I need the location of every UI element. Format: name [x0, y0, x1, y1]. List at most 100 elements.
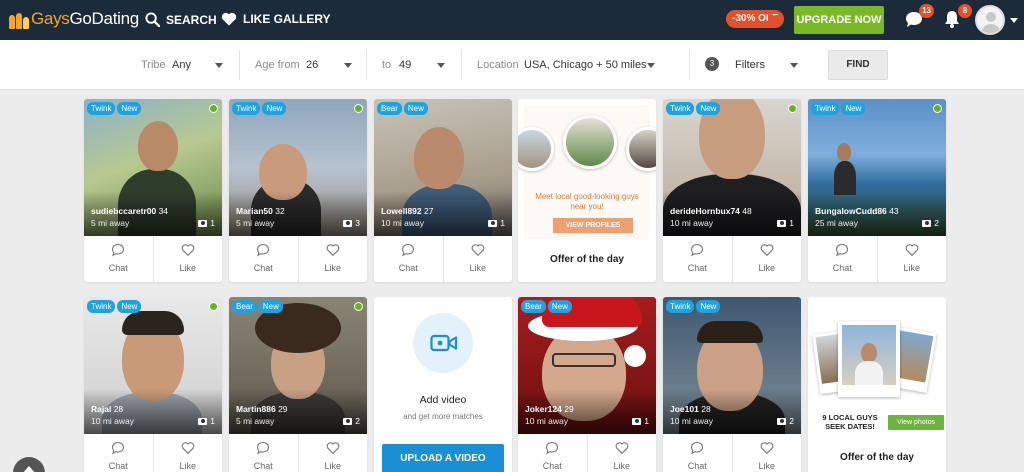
- like-button[interactable]: Like: [297, 236, 368, 282]
- profile-card[interactable]: Twink New Rajal 28 10 mi away 1 Chat Lik…: [84, 297, 222, 472]
- messages-button[interactable]: 13: [904, 4, 934, 31]
- like-label: Like: [324, 263, 341, 273]
- user-avatar[interactable]: [975, 5, 1005, 35]
- like-label: Like: [903, 263, 920, 273]
- view-profiles-button[interactable]: VIEW PROFILES: [553, 218, 633, 233]
- chat-button[interactable]: Chat: [84, 236, 153, 282]
- ad-photo: [518, 127, 554, 171]
- location-label: Location: [477, 59, 519, 71]
- chevron-down-icon[interactable]: [437, 63, 445, 68]
- profile-card[interactable]: Twink New derideHornbux74 48 10 mi away …: [663, 99, 801, 282]
- profile-card[interactable]: Twink New sudiebccaretr00 34 5 mi away 1…: [84, 99, 222, 282]
- profile-photo[interactable]: Bear New Martin886 29 5 mi away 2: [229, 297, 367, 434]
- profile-tags: Twink New: [811, 102, 866, 115]
- filters-dropdown[interactable]: Filters: [735, 59, 765, 71]
- like-button[interactable]: Like: [442, 236, 513, 282]
- ad-banner[interactable]: 9 LOCAL GUYS SEEK DATES! View photos: [812, 319, 944, 437]
- chat-button[interactable]: Chat: [229, 434, 298, 472]
- profile-photo[interactable]: Twink New Marian50 32 5 mi away 3: [229, 99, 367, 236]
- profile-distance: 10 mi away: [670, 218, 713, 228]
- profile-card[interactable]: Twink New Marian50 32 5 mi away 3 Chat L…: [229, 99, 367, 282]
- profile-card[interactable]: Bear New Joker124 29 10 mi away 1 Chat L…: [518, 297, 656, 472]
- tribe-tag: Twink: [232, 102, 261, 115]
- like-label: Like: [758, 263, 775, 273]
- heart-icon: [221, 12, 237, 26]
- like-button[interactable]: Like: [152, 434, 223, 472]
- photo-count: 2: [922, 218, 939, 228]
- new-tag: New: [696, 102, 721, 115]
- chat-button[interactable]: Chat: [229, 236, 298, 282]
- like-button[interactable]: Like: [586, 434, 657, 472]
- location-select[interactable]: USA, Chicago + 50 miles: [524, 59, 647, 71]
- like-button[interactable]: Like: [731, 236, 802, 282]
- like-button[interactable]: Like: [297, 434, 368, 472]
- chat-button[interactable]: Chat: [84, 434, 153, 472]
- chat-label: Chat: [108, 461, 128, 471]
- video-camera-icon[interactable]: [413, 313, 473, 373]
- profile-photo[interactable]: Twink New Joe101 28 10 mi away 2: [663, 297, 801, 434]
- upgrade-now-button[interactable]: UPGRADE NOW: [794, 6, 884, 34]
- chat-label: Chat: [398, 263, 418, 273]
- tribe-tag: Twink: [811, 102, 840, 115]
- view-photos-button[interactable]: View photos: [888, 415, 944, 430]
- chevron-down-icon[interactable]: [647, 63, 655, 68]
- camera-icon: [343, 219, 353, 227]
- profile-photo[interactable]: Twink New Rajal 28 10 mi away 1: [84, 297, 222, 434]
- upload-video-button[interactable]: UPLOAD A VIDEO: [382, 444, 504, 472]
- like-button[interactable]: Like: [152, 236, 223, 282]
- notifications-button[interactable]: 8: [942, 4, 972, 31]
- nav-search-link[interactable]: SEARCH: [145, 12, 217, 27]
- camera-icon: [488, 219, 498, 227]
- tribe-label: Tribe: [141, 59, 166, 71]
- top-navigation-bar: GaysGoDating SEARCH LIKE GALLERY -30% OF…: [0, 0, 1024, 40]
- profile-name: Joe101 28: [670, 404, 711, 414]
- online-status-dot: [788, 104, 797, 113]
- online-status-dot: [209, 104, 218, 113]
- find-button[interactable]: FIND: [828, 50, 888, 80]
- profile-name: Marian50 32: [236, 206, 285, 216]
- tribe-select[interactable]: Any: [172, 59, 191, 71]
- profile-name: sudiebccaretr00 34: [91, 206, 169, 216]
- chat-button[interactable]: Chat: [518, 434, 587, 472]
- chat-button[interactable]: Chat: [374, 236, 443, 282]
- like-button[interactable]: Like: [876, 236, 947, 282]
- profile-card[interactable]: Bear New Lowell892 27 10 mi away 1 Chat …: [374, 99, 512, 282]
- chevron-down-icon[interactable]: [344, 63, 352, 68]
- nav-like-gallery-link[interactable]: LIKE GALLERY: [221, 12, 331, 26]
- profile-card[interactable]: Bear New Martin886 29 5 mi away 2 Chat L…: [229, 297, 367, 472]
- profile-photo[interactable]: Twink New derideHornbux74 48 10 mi away …: [663, 99, 801, 236]
- divider: [689, 50, 690, 80]
- offer-card[interactable]: Meet local good-looking guys near you! V…: [518, 99, 656, 282]
- chevron-down-icon[interactable]: [1010, 18, 1018, 23]
- photo-count: 1: [198, 218, 215, 228]
- card-actions: Chat Like: [518, 434, 656, 472]
- like-button[interactable]: Like: [731, 434, 802, 472]
- ad-banner[interactable]: Meet local good-looking guys near you! V…: [518, 105, 656, 239]
- profile-card[interactable]: Twink New Joe101 28 10 mi away 2 Chat Li…: [663, 297, 801, 472]
- photo-count: 1: [488, 218, 505, 228]
- profile-photo[interactable]: Bear New Lowell892 27 10 mi away 1: [374, 99, 512, 236]
- tribe-tag: Twink: [666, 300, 695, 313]
- chat-button[interactable]: Chat: [808, 236, 877, 282]
- scroll-to-top-button[interactable]: [13, 457, 45, 472]
- chevron-down-icon[interactable]: [215, 63, 223, 68]
- profile-photo[interactable]: Twink New sudiebccaretr00 34 5 mi away 1: [84, 99, 222, 236]
- profile-card[interactable]: Twink New BungalowCudd86 43 25 mi away 2…: [808, 99, 946, 282]
- new-tag: New: [841, 102, 866, 115]
- offer-card[interactable]: 9 LOCAL GUYS SEEK DATES! View photos Off…: [808, 297, 946, 472]
- profile-photo[interactable]: Bear New Joker124 29 10 mi away 1: [518, 297, 656, 434]
- card-actions: Chat Like: [663, 236, 801, 282]
- age-from-label: Age from: [255, 59, 300, 71]
- tribe-tag: Bear: [232, 300, 257, 313]
- age-from-select[interactable]: 26: [306, 59, 318, 71]
- age-to-select[interactable]: 49: [399, 59, 411, 71]
- chevron-down-icon[interactable]: [790, 63, 798, 68]
- photo-count: 2: [343, 416, 360, 426]
- search-filter-bar: Tribe Any Age from 26 to 49 Location USA…: [0, 40, 1024, 90]
- site-logo[interactable]: GaysGoDating: [8, 9, 139, 29]
- profile-name: Martin886 29: [236, 404, 288, 414]
- profile-distance: 10 mi away: [670, 416, 713, 426]
- chat-button[interactable]: Chat: [663, 434, 732, 472]
- profile-photo[interactable]: Twink New BungalowCudd86 43 25 mi away 2: [808, 99, 946, 236]
- chat-button[interactable]: Chat: [663, 236, 732, 282]
